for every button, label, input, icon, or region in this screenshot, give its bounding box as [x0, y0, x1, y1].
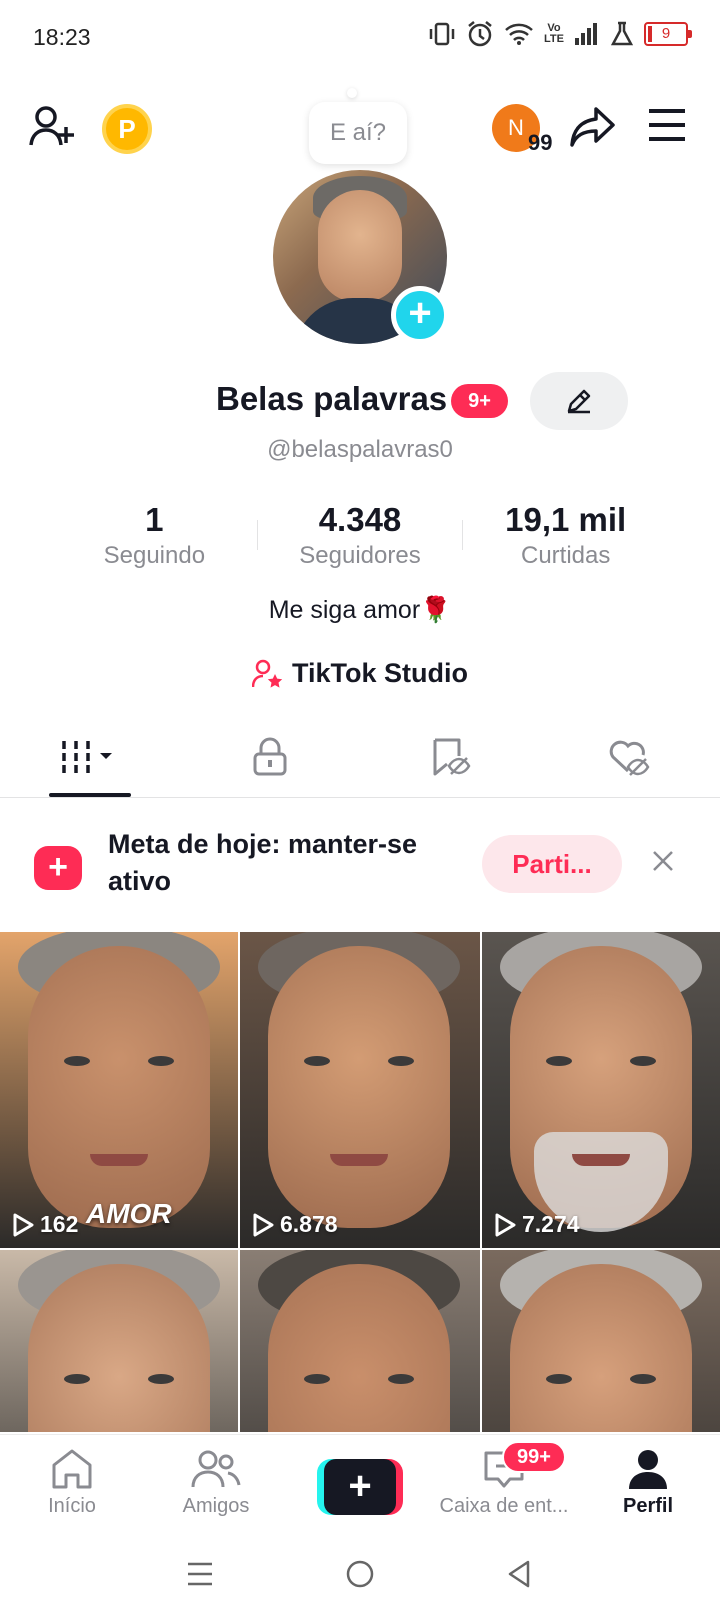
- add-friend-icon[interactable]: [26, 100, 78, 154]
- recents-icon[interactable]: [184, 1559, 216, 1589]
- home-circle-icon[interactable]: [344, 1558, 376, 1590]
- nav-friends-label: Amigos: [182, 1495, 250, 1517]
- close-icon[interactable]: [648, 846, 678, 876]
- heart-hidden-icon: [609, 740, 650, 776]
- nav-home-label: Início: [48, 1495, 96, 1517]
- coins-icon[interactable]: P: [102, 104, 152, 154]
- signal-icon: [575, 23, 597, 45]
- video-overlay-text: AMOR: [86, 1198, 172, 1229]
- wifi-icon: [505, 23, 533, 45]
- video-views: 6.878: [252, 1211, 338, 1238]
- goal-plus-icon: +: [34, 846, 82, 890]
- friends-icon: [191, 1450, 241, 1488]
- nav-profile[interactable]: Perfil: [576, 1435, 720, 1536]
- daily-goal-banner: + Meta de hoje: manter-se ativo Parti...: [0, 812, 720, 922]
- vibrate-icon: [429, 22, 455, 46]
- profile-name: Belas palavras: [216, 380, 448, 417]
- video-thumbnail[interactable]: [482, 1250, 720, 1432]
- profile-icon: [629, 1450, 667, 1489]
- nav-inbox-label: Caixa de ent...: [439, 1495, 569, 1517]
- videos-grid-icon: [62, 740, 112, 773]
- tab-liked[interactable]: [540, 716, 720, 797]
- stat-value: 19,1 mil: [505, 501, 627, 538]
- battery-icon: 9: [644, 22, 692, 46]
- play-icon: [495, 1213, 516, 1236]
- tiktok-studio-link[interactable]: TikTok Studio: [0, 658, 720, 689]
- share-icon[interactable]: [568, 102, 618, 152]
- video-views: 162: [12, 1211, 78, 1238]
- profile-bio: Me siga amor🌹: [268, 596, 452, 624]
- profile-stats: 1 Seguindo 4.348 Seguidores 19,1 mil Cur…: [52, 500, 668, 580]
- home-icon: [52, 1449, 92, 1489]
- bottom-nav: Início Amigos + 99+ Caixa de ent... Perf…: [0, 1434, 720, 1536]
- stat-value: 1: [145, 501, 164, 538]
- top-bar: P E aí? N 99: [0, 96, 720, 166]
- status-time: 18:23: [33, 24, 91, 50]
- stat-following[interactable]: 1 Seguindo: [52, 500, 257, 580]
- notification-count: 99: [528, 130, 553, 155]
- stat-followers[interactable]: 4.348 Seguidores: [258, 500, 463, 580]
- nav-home[interactable]: Início: [0, 1435, 144, 1536]
- play-icon: [13, 1213, 34, 1236]
- nav-create[interactable]: +: [288, 1435, 432, 1536]
- stat-label: Seguidores: [299, 542, 421, 569]
- video-thumbnail[interactable]: 162 AMOR: [0, 932, 238, 1248]
- nav-inbox[interactable]: 99+ Caixa de ent...: [432, 1435, 576, 1536]
- pencil-icon: [567, 389, 591, 414]
- stat-label: Curtidas: [520, 542, 611, 569]
- video-grid: 162 AMOR 6.878 7.274: [0, 932, 720, 1432]
- name-badge[interactable]: 9+: [451, 384, 508, 418]
- lock-icon: [253, 737, 287, 775]
- create-button[interactable]: +: [317, 1459, 403, 1515]
- nav-friends[interactable]: Amigos: [144, 1435, 288, 1536]
- profile-username: @belaspalavras0: [267, 436, 453, 463]
- add-avatar-button[interactable]: +: [391, 286, 449, 344]
- video-thumbnail[interactable]: 7.274: [482, 932, 720, 1248]
- plus-icon: +: [324, 1459, 396, 1515]
- creator-star-icon: [251, 659, 283, 688]
- lte-icon: Vo LTE: [544, 22, 564, 45]
- video-thumbnail[interactable]: 6.878: [240, 932, 480, 1248]
- goal-text: Meta de hoje: manter-se ativo: [108, 829, 418, 896]
- tab-private[interactable]: [180, 716, 360, 797]
- status-bubble[interactable]: E aí?: [309, 102, 407, 164]
- view-count: 6.878: [280, 1211, 338, 1237]
- video-thumbnail[interactable]: [240, 1250, 480, 1432]
- stat-likes[interactable]: 19,1 mil Curtidas: [463, 500, 668, 580]
- stat-value: 4.348: [318, 501, 402, 538]
- play-icon: [253, 1213, 274, 1236]
- stat-label: Seguindo: [103, 542, 206, 569]
- name-row: Belas palavras 9+: [0, 372, 720, 430]
- bookmark-hidden-icon: [433, 738, 471, 775]
- back-icon[interactable]: [504, 1558, 536, 1590]
- menu-icon[interactable]: [644, 102, 690, 148]
- tab-videos[interactable]: [0, 716, 180, 797]
- video-thumbnail[interactable]: [0, 1250, 238, 1432]
- inbox-badge: 99+: [502, 1441, 566, 1473]
- goal-participate-button[interactable]: Parti...: [482, 835, 622, 893]
- nav-profile-label: Perfil: [622, 1495, 674, 1517]
- status-icons: Vo LTE 9: [428, 20, 692, 48]
- status-bar: 18:23 Vo LTE 9: [0, 0, 720, 76]
- tiktok-studio-label: TikTok Studio: [291, 658, 468, 688]
- view-count: 162: [40, 1211, 79, 1237]
- flask-icon: [610, 21, 634, 46]
- edit-profile-button[interactable]: [530, 372, 628, 430]
- view-count: 7.274: [522, 1211, 580, 1237]
- bubble-tail: [347, 88, 357, 98]
- alarm-icon: [468, 21, 492, 47]
- video-views: 7.274: [494, 1211, 580, 1238]
- profile-tabs: [0, 716, 720, 798]
- tab-favorites[interactable]: [360, 716, 540, 797]
- system-nav: [0, 1536, 720, 1612]
